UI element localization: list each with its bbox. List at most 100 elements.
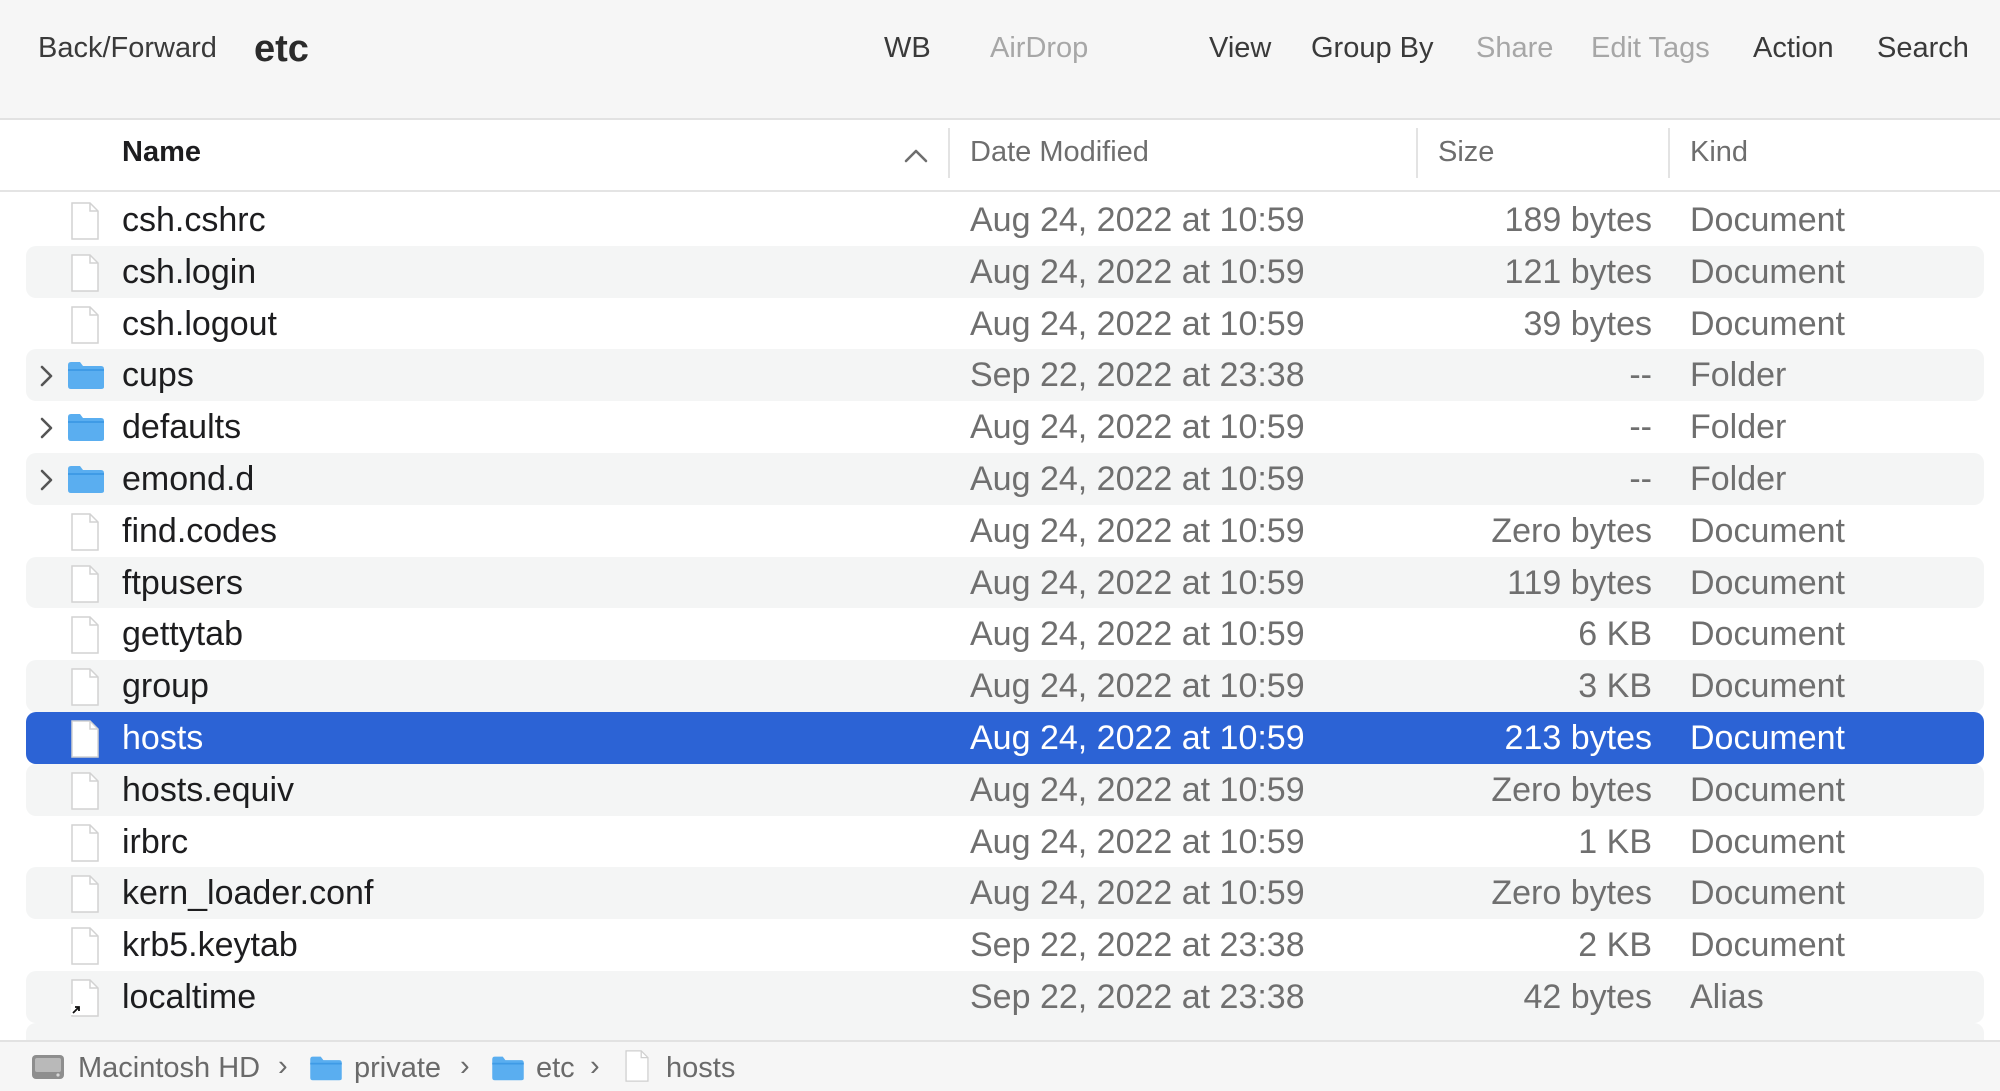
document-icon (71, 823, 99, 862)
file-name: gettytab (122, 615, 243, 654)
table-row[interactable]: kern_loader.conf Aug 24, 2022 at 10:59 Zer… (26, 867, 1984, 920)
folder-icon (68, 414, 104, 442)
share-button[interactable]: Share (1476, 32, 1553, 65)
file-size: 39 bytes (1523, 304, 1652, 343)
date-modified: Aug 24, 2022 at 10:59 (970, 667, 1305, 706)
document-icon (71, 772, 99, 810)
column-name[interactable]: Name (122, 136, 201, 169)
disclosure-triangle-icon[interactable] (36, 363, 56, 389)
column-divider[interactable] (1668, 128, 1670, 178)
document-icon (71, 564, 99, 603)
column-date-modified[interactable]: Date Modified (970, 136, 1149, 169)
document-icon (71, 720, 99, 758)
path-separator: › (460, 1050, 470, 1082)
date-modified: Aug 24, 2022 at 10:59 (970, 822, 1305, 861)
disclosure-triangle-icon[interactable] (36, 467, 56, 493)
table-row[interactable]: cups Sep 22, 2022 at 23:38 -- Folder (26, 349, 1984, 402)
date-modified: Aug 24, 2022 at 10:59 (970, 252, 1305, 291)
file-size: 213 bytes (1504, 718, 1652, 757)
file-size: -- (1629, 459, 1652, 498)
edit-tags-button[interactable]: Edit Tags (1591, 32, 1710, 65)
file-name: cups (122, 356, 194, 395)
column-kind[interactable]: Kind (1690, 136, 1748, 169)
action-button[interactable]: Action (1753, 32, 1834, 65)
date-modified: Aug 24, 2022 at 10:59 (970, 718, 1305, 757)
file-kind: Document (1690, 667, 1845, 706)
file-size: Zero bytes (1491, 874, 1652, 913)
file-kind: Folder (1690, 459, 1787, 498)
disclosure-triangle-icon[interactable] (36, 415, 56, 441)
column-divider[interactable] (948, 128, 950, 178)
file-kind: Document (1690, 252, 1845, 291)
file-size: 1 KB (1578, 822, 1652, 861)
table-row[interactable]: hosts Aug 24, 2022 at 10:59 213 bytes Docum… (26, 711, 1984, 764)
date-modified: Aug 24, 2022 at 10:59 (970, 511, 1305, 550)
path-bar: Macintosh HD › private › etc › hosts (0, 1040, 2000, 1091)
table-row[interactable]: hosts.equiv Aug 24, 2022 at 10:59 Zero byt… (26, 763, 1984, 816)
file-kind: Folder (1690, 408, 1787, 447)
file-size: Zero bytes (1491, 770, 1652, 809)
group-by-button[interactable]: Group By (1311, 32, 1434, 65)
file-size: Zero bytes (1491, 511, 1652, 550)
file-kind: Document (1690, 926, 1845, 965)
path-item-etc[interactable]: etc (536, 1052, 575, 1085)
search-button[interactable]: Search (1877, 32, 1969, 65)
document-icon (71, 668, 99, 706)
date-modified: Sep 22, 2022 at 23:38 (970, 977, 1305, 1016)
file-name: ftpusers (122, 563, 243, 602)
file-name: hosts (122, 718, 204, 757)
table-row[interactable]: emond.d Aug 24, 2022 at 10:59 -- Folder (26, 452, 1984, 505)
window-title: etc (254, 28, 309, 70)
table-row[interactable]: group Aug 24, 2022 at 10:59 3 KB Document (26, 660, 1984, 712)
date-modified: Aug 24, 2022 at 10:59 (970, 770, 1305, 809)
wb-button[interactable]: WB (884, 32, 931, 65)
file-name: emond.d (122, 459, 255, 498)
file-size: -- (1629, 356, 1652, 395)
file-kind: Document (1690, 770, 1845, 809)
file-size: 119 bytes (1507, 563, 1652, 602)
file-name: localtime (122, 977, 257, 1016)
file-size: 3 KB (1578, 667, 1652, 706)
file-name: csh.cshrc (122, 201, 266, 239)
file-list: csh.cshrc Aug 24, 2022 at 10:59 189 bytes D… (0, 194, 2000, 1040)
folder-icon (310, 1056, 342, 1081)
table-row[interactable]: irbrc Aug 24, 2022 at 10:59 1 KB Document (26, 816, 1984, 868)
document-icon (71, 875, 99, 914)
file-kind: Document (1690, 511, 1845, 550)
file-name: defaults (122, 408, 242, 447)
file-size: -- (1629, 408, 1652, 447)
folder-icon (68, 362, 104, 390)
file-kind: Document (1690, 615, 1845, 654)
file-size: 189 bytes (1504, 201, 1652, 239)
column-size[interactable]: Size (1438, 136, 1494, 169)
path-item-private[interactable]: private (354, 1052, 441, 1085)
file-name: hosts.equiv (122, 770, 294, 809)
table-row[interactable]: csh.login Aug 24, 2022 at 10:59 121 bytes D… (26, 245, 1984, 298)
table-row[interactable]: find.codes Aug 24, 2022 at 10:59 Zero byte… (26, 505, 1984, 557)
path-item-hosts[interactable]: hosts (666, 1052, 735, 1085)
table-row[interactable]: ftpusers Aug 24, 2022 at 10:59 119 bytes Do… (26, 556, 1984, 609)
table-row[interactable]: csh.cshrc Aug 24, 2022 at 10:59 189 bytes D… (26, 194, 1984, 246)
table-row[interactable]: defaults Aug 24, 2022 at 10:59 -- Folder (26, 401, 1984, 453)
file-size: 121 bytes (1504, 252, 1652, 291)
table-row[interactable]: gettytab Aug 24, 2022 at 10:59 6 KB Documen… (26, 608, 1984, 660)
sort-ascending-icon[interactable] (902, 146, 930, 166)
airdrop-button[interactable]: AirDrop (990, 32, 1088, 65)
date-modified: Aug 24, 2022 at 10:59 (970, 563, 1305, 602)
file-name: krb5.keytab (122, 926, 298, 965)
file-name: group (122, 667, 209, 706)
table-row[interactable]: csh.logout Aug 24, 2022 at 10:59 39 bytes D… (26, 298, 1984, 350)
path-separator: › (278, 1050, 288, 1082)
document-icon (71, 305, 99, 344)
file-name: csh.login (122, 252, 257, 291)
back-forward-button[interactable]: Back/Forward (38, 32, 217, 65)
file-kind: Document (1690, 718, 1845, 757)
table-row[interactable]: krb5.keytab Sep 22, 2022 at 23:38 2 KB Docu… (26, 919, 1984, 971)
table-row[interactable]: localtime Sep 22, 2022 at 23:38 42 bytes Al… (26, 970, 1984, 1023)
view-button[interactable]: View (1209, 32, 1271, 65)
path-item-macintosh-hd[interactable]: Macintosh HD (78, 1052, 260, 1085)
table-row-partial[interactable] (26, 1022, 1984, 1040)
file-kind: Document (1690, 822, 1845, 861)
column-divider[interactable] (1416, 128, 1418, 178)
file-kind: Document (1690, 563, 1845, 602)
